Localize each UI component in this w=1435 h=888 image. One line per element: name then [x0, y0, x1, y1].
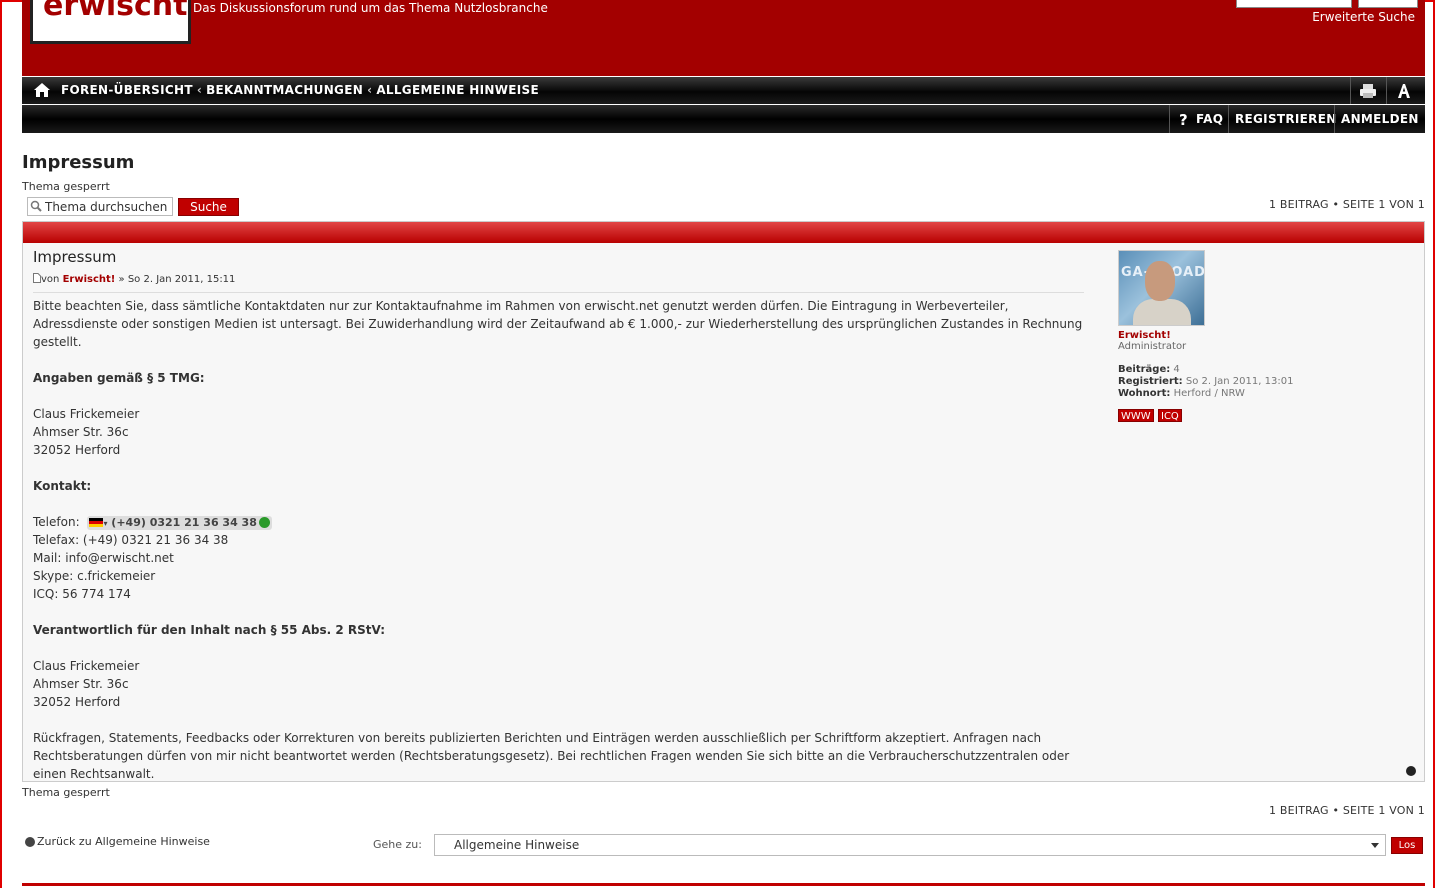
home-icon[interactable]: [33, 82, 51, 98]
chevron-down-icon: [1371, 843, 1379, 848]
click-to-call-badge[interactable]: ▾ (+49) 0321 21 36 34 38: [87, 515, 272, 530]
breadcrumb-item-forums[interactable]: FOREN-ÜBERSICHT: [61, 83, 193, 97]
breadcrumb-separator: ‹: [367, 83, 373, 97]
dropdown-arrow-icon: ▾: [103, 518, 108, 528]
header-search-button[interactable]: [1358, 0, 1418, 8]
fax-line: Telefax: (+49) 0321 21 36 34 38: [33, 533, 229, 547]
topic-locked-label-bottom: Thema gesperrt: [22, 786, 110, 799]
pagination-bottom: 1 BEITRAG • SEITE 1 VON 1: [1268, 804, 1425, 817]
post-author-link[interactable]: Erwischt!: [63, 274, 116, 285]
post-meta: von Erwischt! » So 2. Jan 2011, 15:11: [33, 273, 235, 285]
jump-to-select[interactable]: Allgemeine Hinweise: [434, 834, 1386, 856]
icq-line: ICQ: 56 774 174: [33, 587, 131, 601]
address-line: 32052 Herford: [33, 443, 121, 457]
breadcrumb-item-announcements[interactable]: BEKANNTMACHUNGEN: [206, 83, 363, 97]
pagination-top: 1 BEITRAG • SEITE 1 VON 1: [1268, 198, 1425, 211]
print-button[interactable]: [1350, 77, 1385, 104]
help-icon: ?: [1179, 111, 1188, 127]
breadcrumb: FOREN-ÜBERSICHT ‹ BEKANNTMACHUNGEN ‹ ALLGEME…: [61, 83, 539, 97]
window-frame-left: [0, 0, 2, 888]
address-line: Claus Frickemeier: [33, 407, 140, 421]
post-meta-prefix: von: [41, 274, 60, 285]
printer-icon: [1360, 83, 1376, 98]
site-logo[interactable]: erwischt!: [30, 0, 191, 44]
search-icon: [30, 200, 42, 212]
profile-rank: Administrator: [1118, 341, 1187, 352]
site-description: Das Diskussionsforum rund um das Thema N…: [193, 1, 548, 15]
call-icon: [258, 517, 270, 528]
topic-locked-label: Thema gesperrt: [22, 180, 110, 193]
skype-line: Skype: c.frickemeier: [33, 569, 156, 583]
outro-paragraph: Rückfragen, Statements, Feedbacks oder K…: [33, 731, 1070, 781]
responsible-heading: Verantwortlich für den Inhalt nach § 55 …: [33, 623, 386, 637]
back-link[interactable]: Zurück zu Allgemeine Hinweise: [25, 835, 210, 848]
website-button[interactable]: WWW: [1118, 409, 1154, 422]
avatar: GA-FI OADS: [1118, 250, 1205, 326]
font-size-icon: [1398, 83, 1410, 98]
login-label: ANMELDEN: [1341, 112, 1419, 126]
profile-username[interactable]: Erwischt!: [1118, 330, 1171, 341]
svg-text:?: ?: [1179, 111, 1188, 127]
profile-posts: Beiträge: 4: [1118, 364, 1180, 375]
contact-heading: Kontakt:: [33, 479, 92, 493]
tmg-heading: Angaben gemäß § 5 TMG:: [33, 371, 205, 385]
user-menu-bar: ? FAQ REGISTRIEREN ANMELDEN: [22, 105, 1425, 133]
profile-registered: Registriert: So 2. Jan 2011, 13:01: [1118, 376, 1294, 387]
posts-count[interactable]: 4: [1173, 364, 1179, 375]
post-title[interactable]: Impressum: [33, 248, 116, 266]
site-header: erwischt! Das Diskussionsforum rund um d…: [22, 0, 1425, 76]
advanced-search-link[interactable]: Erweiterte Suche: [1312, 10, 1415, 24]
address-line: Claus Frickemeier: [33, 659, 140, 673]
register-label: REGISTRIEREN: [1235, 112, 1337, 126]
topic-search-button[interactable]: Suche: [178, 198, 239, 216]
topic-search-input[interactable]: [27, 197, 173, 216]
icq-button[interactable]: ICQ: [1158, 409, 1182, 422]
phone-line: Telefon: ▾ (+49) 0321 21 36 34 38: [33, 513, 1093, 531]
post: Impressum von Erwischt! » So 2. Jan 2011…: [22, 221, 1425, 782]
profile-location: Wohnort: Herford / NRW: [1118, 388, 1245, 399]
header-search-input[interactable]: [1236, 0, 1352, 8]
login-link[interactable]: ANMELDEN: [1334, 105, 1425, 133]
jump-to-label: Gehe zu:: [373, 838, 422, 851]
window-frame-bottom: [22, 883, 1425, 886]
breadcrumb-item-general[interactable]: ALLGEMEINE HINWEISE: [376, 83, 539, 97]
page-title[interactable]: Impressum: [22, 152, 134, 173]
intro-paragraph: Bitte beachten Sie, dass sämtliche Konta…: [33, 299, 1083, 349]
post-header-bar: [23, 222, 1424, 243]
faq-label: FAQ: [1196, 112, 1224, 126]
go-button[interactable]: Los: [1391, 837, 1423, 854]
back-to-top-icon[interactable]: [1406, 766, 1416, 776]
phone-number: (+49) 0321 21 36 34 38: [111, 515, 257, 529]
post-date: » So 2. Jan 2011, 15:11: [118, 274, 236, 285]
register-link[interactable]: REGISTRIEREN: [1228, 105, 1343, 133]
mail-line: Mail: info@erwischt.net: [33, 551, 174, 565]
faq-link[interactable]: ? FAQ: [1169, 105, 1229, 133]
breadcrumb-bar: FOREN-ÜBERSICHT ‹ BEKANNTMACHUNGEN ‹ ALLGEME…: [22, 77, 1425, 104]
font-size-button[interactable]: [1386, 77, 1421, 104]
address-line: Ahmser Str. 36c: [33, 677, 129, 691]
logo-text: erwischt!: [43, 0, 191, 23]
breadcrumb-separator: ‹: [196, 83, 203, 97]
phone-label: Telefon:: [33, 515, 80, 529]
post-icon[interactable]: [33, 273, 41, 283]
address-line: 32052 Herford: [33, 695, 121, 709]
address-line: Ahmser Str. 36c: [33, 425, 129, 439]
jump-to-selected: Allgemeine Hinweise: [454, 838, 580, 852]
back-arrow-icon: [25, 837, 35, 847]
german-flag-icon: [89, 518, 104, 527]
post-content: Bitte beachten Sie, dass sämtliche Konta…: [33, 297, 1093, 783]
post-divider: [33, 292, 1084, 293]
